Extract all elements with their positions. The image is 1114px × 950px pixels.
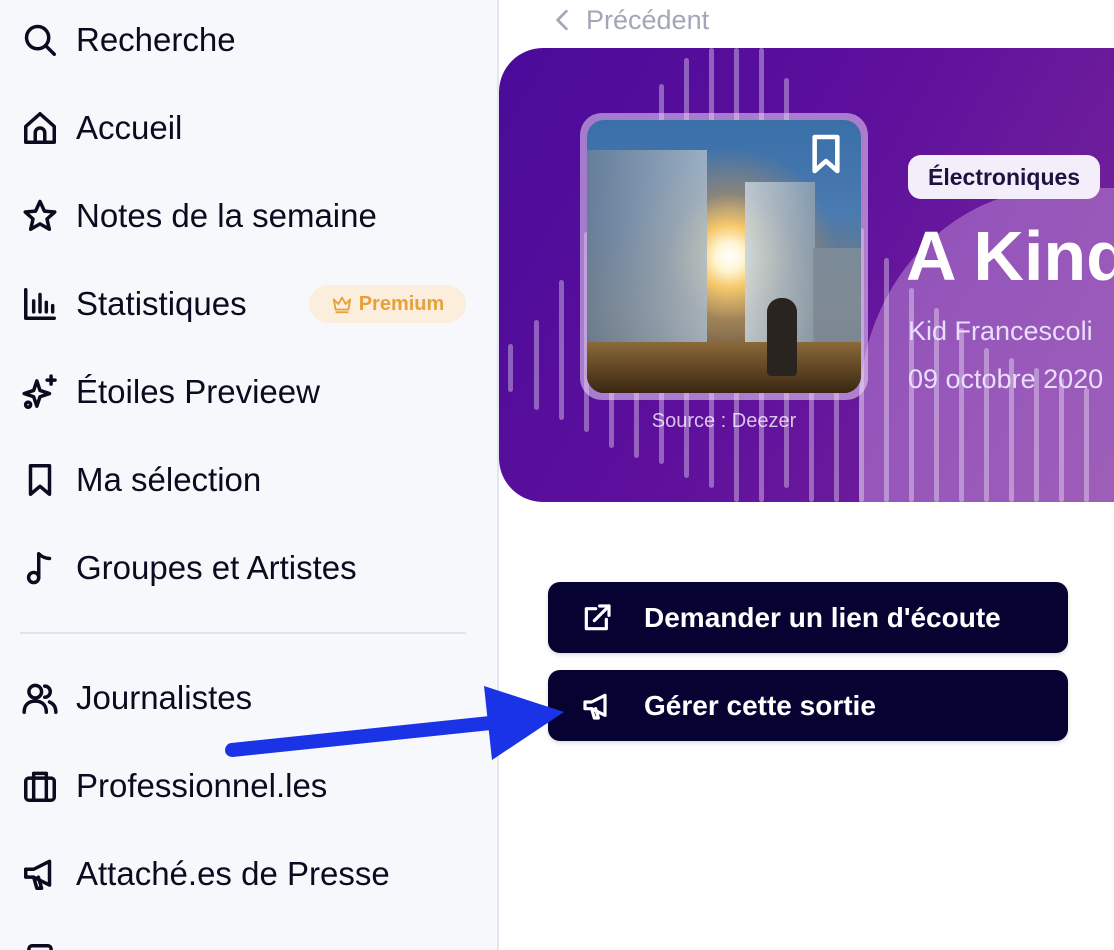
sidebar-item-notes[interactable]: Notes de la semaine	[20, 192, 377, 240]
users-icon	[20, 678, 60, 718]
bar-chart-icon	[20, 284, 60, 324]
music-note-icon	[20, 548, 60, 588]
sparkles-icon	[20, 372, 60, 412]
manage-release-button[interactable]: Gérer cette sortie	[548, 670, 1068, 741]
genre-tag[interactable]: Électroniques	[908, 155, 1101, 199]
cover-source: Source : Deezer	[651, 410, 797, 432]
sidebar: Recherche Accueil Notes de la semaine St…	[0, 0, 499, 950]
sidebar-item-selection[interactable]: Ma sélection	[20, 456, 261, 504]
sidebar-item-label: Groupes et Artistes	[76, 549, 357, 586]
premium-badge[interactable]: Premium	[309, 285, 466, 323]
sidebar-item-label: Professionnel.les	[76, 767, 328, 804]
bookmark-icon[interactable]	[809, 134, 843, 174]
sidebar-item-label: Ma sélection	[76, 461, 262, 498]
sidebar-divider	[20, 632, 466, 634]
sidebar-item-attaches[interactable]: Attaché.es de Presse	[20, 850, 390, 898]
sidebar-item-label: Attaché.es de Presse	[76, 855, 390, 892]
album-title: A Kind	[906, 217, 1114, 295]
sidebar-item-statistiques[interactable]: Statistiques	[20, 280, 247, 328]
release-date: 09 octobre 2020	[908, 364, 1104, 394]
chevron-left-icon	[556, 9, 568, 31]
search-icon	[20, 20, 60, 60]
manage-release-label: Gérer cette sortie	[644, 689, 876, 721]
sidebar-item-label: Recherche	[76, 21, 236, 58]
sidebar-item-label: Accueil	[76, 109, 183, 146]
sidebar-item-recherche[interactable]: Recherche	[20, 16, 236, 64]
sidebar-item-label: Journalistes	[76, 679, 253, 716]
album-cover-image	[587, 120, 861, 393]
sidebar-item-professionnels[interactable]: Professionnel.les	[20, 762, 327, 810]
sidebar-item-partial[interactable]	[20, 936, 76, 950]
request-listen-link-button[interactable]: Demander un lien d'écoute	[548, 582, 1068, 653]
back-link-label: Précédent	[586, 4, 710, 35]
request-listen-link-label: Demander un lien d'écoute	[644, 601, 1001, 633]
back-link[interactable]: Précédent	[552, 2, 709, 38]
star-icon	[20, 196, 60, 236]
sidebar-item-etoiles[interactable]: Étoiles Previeew	[20, 368, 320, 416]
sidebar-item-label: Statistiques	[76, 285, 247, 322]
sidebar-item-label: Notes de la semaine	[76, 197, 377, 234]
sidebar-item-accueil[interactable]: Accueil	[20, 104, 182, 152]
external-link-icon	[580, 601, 614, 635]
briefcase-icon	[20, 766, 60, 806]
album-cover-frame[interactable]	[580, 113, 868, 400]
crown-icon	[332, 296, 351, 314]
bookmark-icon	[20, 460, 60, 500]
sidebar-item-label: Étoiles Previeew	[76, 373, 320, 410]
premium-badge-label: Premium	[358, 292, 445, 315]
sidebar-item-groupes[interactable]: Groupes et Artistes	[20, 544, 357, 592]
sidebar-item-journalistes[interactable]: Journalistes	[20, 674, 252, 722]
artist-name[interactable]: Kid Francescoli	[908, 316, 1093, 347]
megaphone-icon	[20, 854, 60, 894]
home-icon	[20, 108, 60, 148]
document-icon	[20, 940, 60, 950]
megaphone-icon	[580, 689, 614, 723]
